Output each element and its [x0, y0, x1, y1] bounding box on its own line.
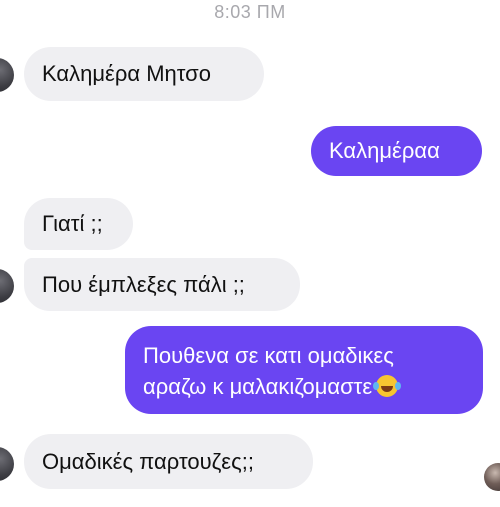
face-with-tears-of-joy-icon [373, 375, 399, 397]
incoming-message[interactable]: Που έμπλεξες πάλι ;; [24, 258, 300, 311]
message-text: Που έμπλεξες πάλι ;; [42, 271, 245, 297]
message-text: Καλημέραα [329, 138, 440, 163]
message-text: Ομαδικές παρτουζες;; [42, 448, 254, 474]
chat-screen: 8:03 ΠΜ Καλημέρα Μητσο Καλημέραα Γιατί ;… [0, 0, 500, 507]
message-text-line: Πουθενα σε κατι ομαδικες [143, 343, 394, 368]
incoming-message[interactable]: Καλημέρα Μητσο [24, 47, 264, 101]
message-text: Καλημέρα Μητσο [42, 61, 211, 86]
message-text-line: αραζω κ μαλακιζομαστε [143, 371, 465, 402]
contact-avatar[interactable] [0, 269, 14, 303]
incoming-message[interactable]: Ομαδικές παρτουζες;; [24, 434, 313, 489]
contact-avatar[interactable] [0, 447, 14, 481]
incoming-message[interactable]: Γιατί ;; [24, 198, 133, 250]
message-text: Γιατί ;; [42, 211, 103, 236]
outgoing-message[interactable]: Πουθενα σε κατι ομαδικες αραζω κ μαλακιζ… [125, 326, 483, 414]
read-receipt-avatar [484, 463, 500, 491]
contact-avatar[interactable] [0, 58, 14, 92]
outgoing-message[interactable]: Καλημέραα [311, 126, 482, 176]
timestamp: 8:03 ΠΜ [214, 2, 286, 22]
